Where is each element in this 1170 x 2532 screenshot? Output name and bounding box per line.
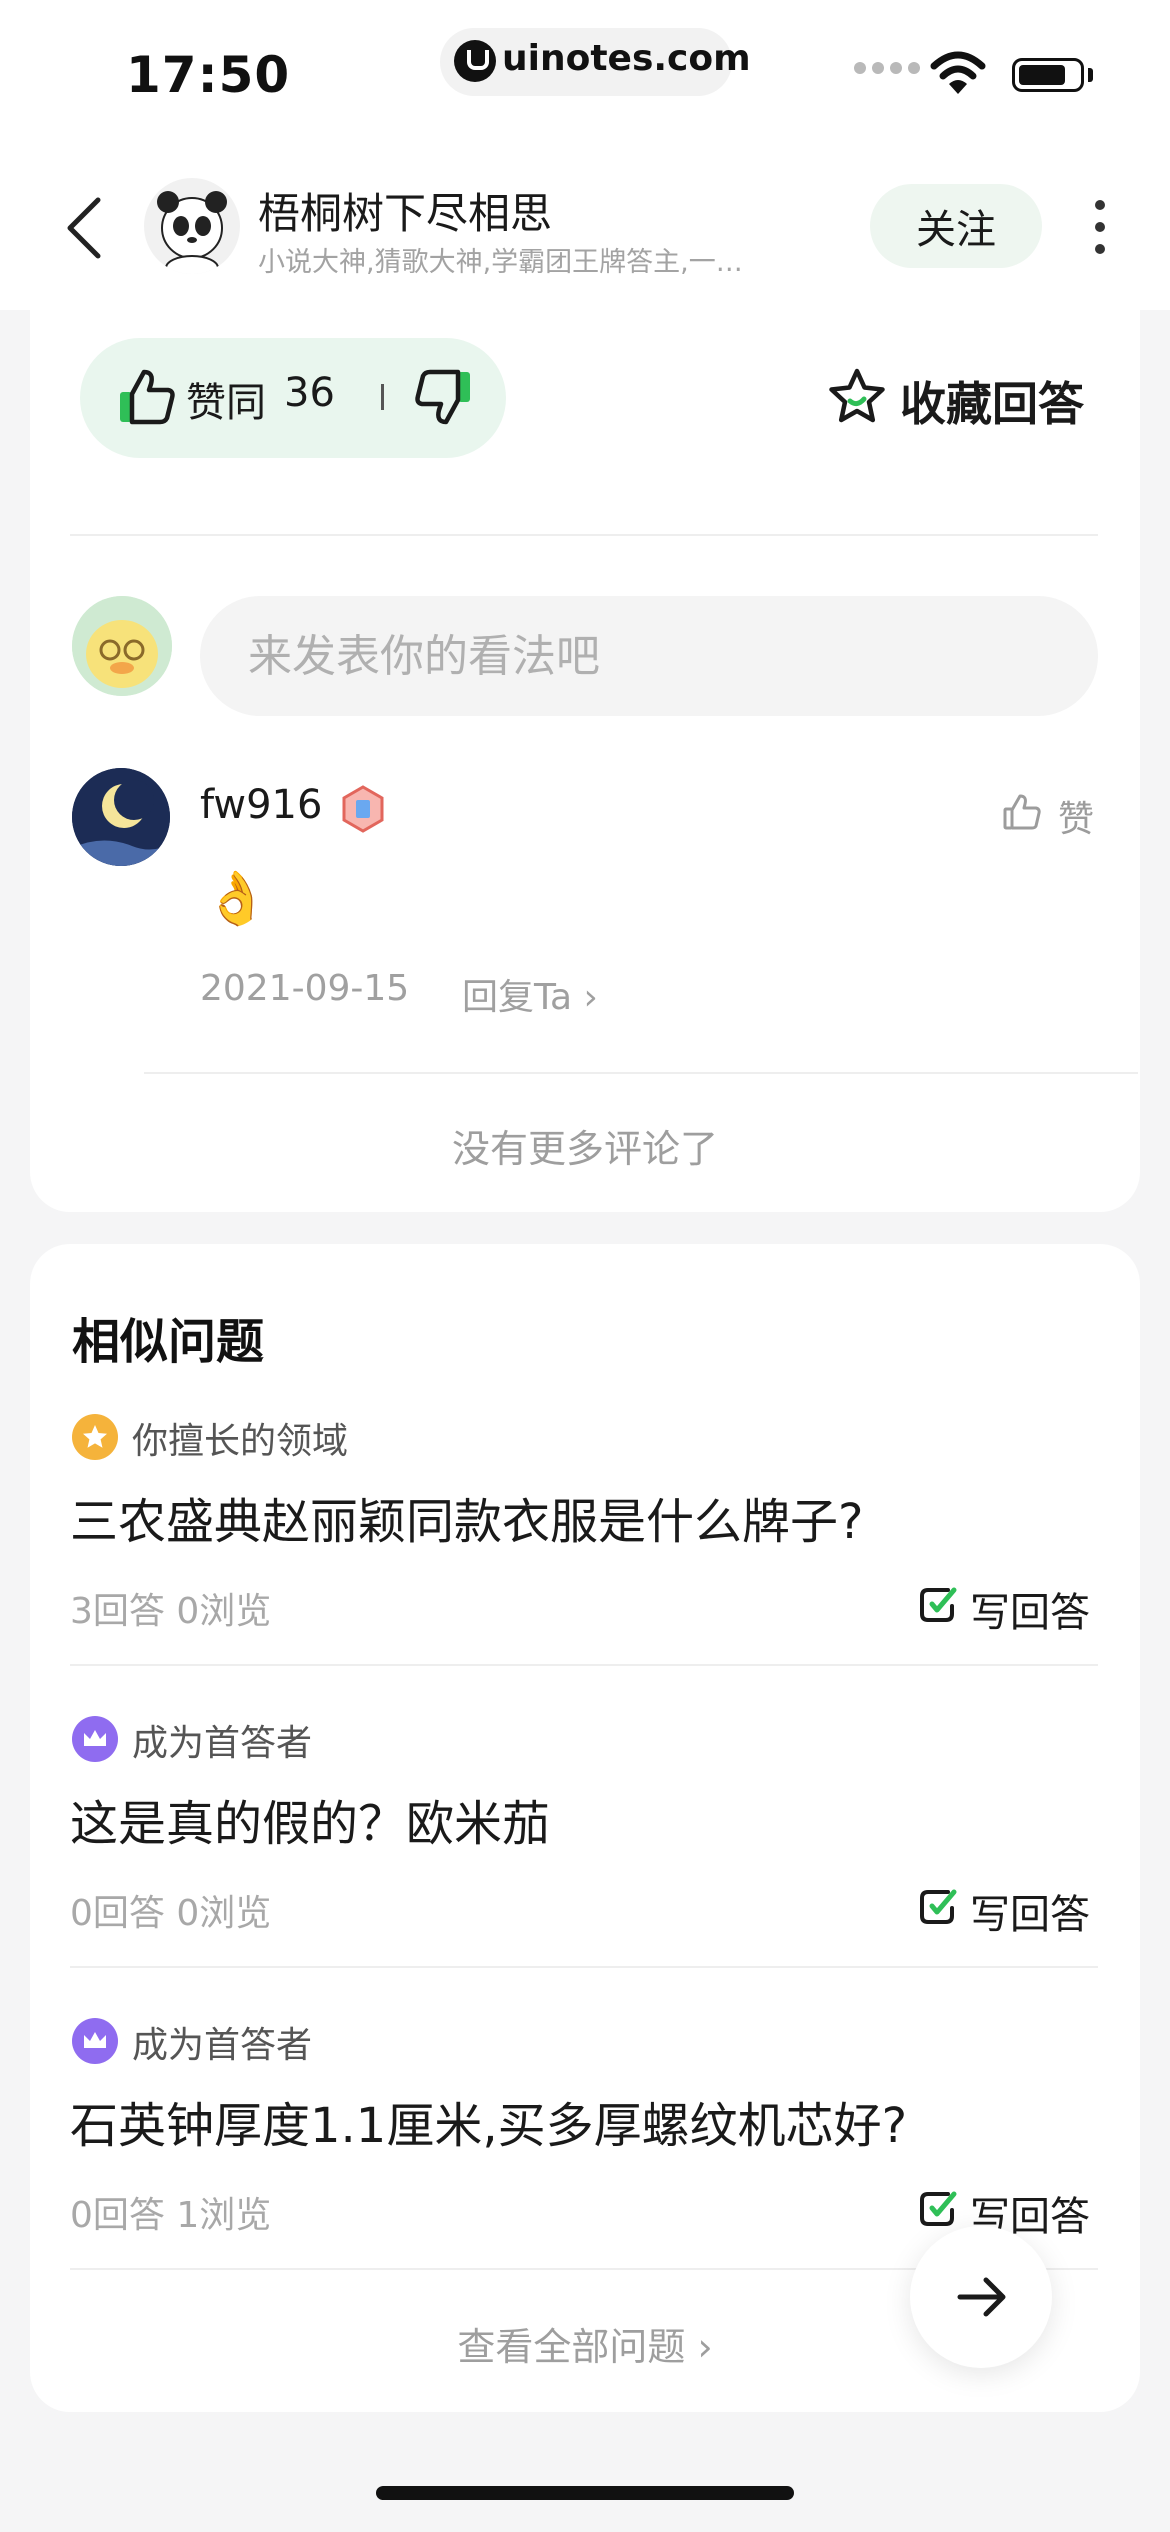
user-level-badge-icon xyxy=(342,785,384,833)
author-description: 小说大神,猜歌大神,学霸团王牌答主,一… xyxy=(258,247,743,278)
question-title[interactable]: 石英钟厚度1.1厘米,买多厚螺纹机芯好? xyxy=(70,2086,907,2156)
battery-cap xyxy=(1088,68,1093,82)
next-floating-button[interactable] xyxy=(910,2226,1052,2368)
star-badge-icon xyxy=(72,1414,118,1460)
divider xyxy=(144,1072,1138,1074)
crown-badge-icon xyxy=(72,2018,118,2064)
follow-button[interactable]: 关注 xyxy=(870,184,1042,268)
no-more-comments: 没有更多评论了 xyxy=(451,1127,718,1171)
comment-content: 👌 xyxy=(204,869,269,929)
write-answer-icon[interactable] xyxy=(918,1886,958,1926)
author-avatar[interactable] xyxy=(144,178,240,274)
comment-like-label[interactable]: 赞 xyxy=(1058,790,1094,842)
write-answer-label[interactable]: 写回答 xyxy=(970,1580,1090,1638)
home-indicator xyxy=(376,2486,794,2500)
question-stats: 3回答 0浏览 xyxy=(70,1591,272,1632)
vote-separator xyxy=(381,384,384,410)
crown-badge-icon xyxy=(72,1716,118,1762)
favorite-answer-label[interactable]: 收藏回答 xyxy=(900,368,1084,434)
comment-username[interactable]: fw916 xyxy=(200,782,322,828)
divider xyxy=(70,534,1098,536)
question-title[interactable]: 三农盛典赵丽颖同款衣服是什么牌子? xyxy=(70,1482,863,1552)
section-title: 相似问题 xyxy=(72,1314,265,1370)
wifi-icon xyxy=(930,51,986,94)
more-options-icon[interactable] xyxy=(1090,200,1110,256)
comment-date: 2021-09-15 xyxy=(200,968,410,1009)
reply-link[interactable]: 回复Ta › xyxy=(462,968,598,1020)
battery-icon xyxy=(1012,58,1084,92)
author-name[interactable]: 梧桐树下尽相思 xyxy=(258,180,552,241)
thumb-down-icon[interactable] xyxy=(412,366,474,428)
divider xyxy=(70,1966,1098,1968)
question-title[interactable]: 这是真的假的？欧米茄 xyxy=(70,1784,550,1854)
write-answer-label[interactable]: 写回答 xyxy=(970,1882,1090,1940)
arrow-right-icon xyxy=(957,2277,1006,2317)
comment-input[interactable] xyxy=(200,596,1098,716)
comment-like-icon[interactable] xyxy=(1002,792,1042,832)
thumb-up-icon[interactable] xyxy=(116,366,178,428)
agree-label[interactable]: 赞同 xyxy=(186,370,266,428)
site-logo-icon xyxy=(454,40,496,82)
question-tag: 成为首答者 xyxy=(132,1723,313,1764)
back-arrow-icon[interactable] xyxy=(62,194,106,262)
status-time: 17:50 xyxy=(126,46,291,104)
write-answer-icon[interactable] xyxy=(918,1584,958,1624)
agree-count: 36 xyxy=(284,370,335,416)
url-text: uinotes.com xyxy=(502,38,751,79)
question-tag: 成为首答者 xyxy=(132,2025,313,2066)
divider xyxy=(70,1664,1098,1666)
star-icon[interactable] xyxy=(826,366,888,428)
question-stats: 0回答 1浏览 xyxy=(70,2195,272,2236)
question-stats: 0回答 0浏览 xyxy=(70,1893,272,1934)
question-tag: 你擅长的领域 xyxy=(132,1421,349,1462)
comment-avatar[interactable] xyxy=(72,768,170,866)
my-avatar[interactable] xyxy=(72,596,172,696)
write-answer-icon[interactable] xyxy=(918,2188,958,2228)
